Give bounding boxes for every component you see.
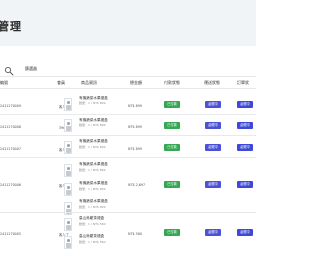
row-divider bbox=[0, 157, 256, 158]
table-header-divider bbox=[0, 88, 256, 89]
total-amount: NT$ 899 bbox=[128, 147, 142, 151]
search-icon[interactable] bbox=[4, 66, 14, 76]
order-id-cell: 2411270008 bbox=[0, 125, 21, 129]
header-product-info: 商品資訊 bbox=[81, 80, 97, 85]
page-title: 管理 bbox=[0, 20, 22, 33]
product-quantity: 數量：1 / NT$ 580 bbox=[79, 240, 106, 244]
total-amount: NT$ 580 bbox=[128, 232, 142, 236]
product-quantity: 數量：1 / NT$ 899 bbox=[79, 168, 106, 172]
payment-status-badge: 已付款 bbox=[164, 122, 180, 129]
filter-label[interactable]: 篩選器 bbox=[25, 66, 37, 72]
shipping-status-badge: 處理中 bbox=[205, 181, 221, 188]
product-thumbnail-icon bbox=[64, 236, 72, 249]
product-name: 高山烏龍茶禮盒 bbox=[79, 234, 105, 238]
order-id-cell: 2411270009 bbox=[0, 104, 21, 108]
product-quantity: 數量：1 / NT$ 899 bbox=[79, 101, 106, 105]
header-order-id: 編號 bbox=[0, 80, 8, 85]
shipping-status-badge: 處理中 bbox=[205, 122, 221, 129]
order-status-badge: 處理中 bbox=[237, 144, 253, 151]
filter-toolbar bbox=[0, 46, 256, 76]
order-id-cell: 2411270006 bbox=[0, 183, 21, 187]
product-thumbnail-icon bbox=[64, 202, 72, 215]
product-name: 有機蔬菜水果禮盒 bbox=[79, 181, 108, 185]
row-divider bbox=[0, 114, 256, 115]
header-order-status: 訂單狀 bbox=[237, 80, 249, 85]
order-id-cell: 2411270005 bbox=[0, 232, 21, 236]
total-amount: NT$ 2,697 bbox=[128, 183, 146, 187]
row-divider bbox=[0, 212, 256, 213]
product-quantity: 數量：1 / NT$ 899 bbox=[79, 205, 106, 209]
payment-status-badge: 已付款 bbox=[164, 181, 180, 188]
order-id-cell: 2411270007 bbox=[0, 147, 21, 151]
order-status-badge: 處理中 bbox=[237, 229, 253, 236]
header-payment-status: 付款狀態 bbox=[164, 80, 180, 85]
order-status-badge: 處理中 bbox=[237, 122, 253, 129]
payment-status-badge: 已付款 bbox=[164, 229, 180, 236]
product-quantity: 數量：1 / NT$ 899 bbox=[79, 145, 106, 149]
shipping-status-badge: 處理中 bbox=[205, 101, 221, 108]
product-quantity: 數量：1 / NT$ 899 bbox=[79, 187, 106, 191]
total-amount: NT$ 899 bbox=[128, 104, 142, 108]
order-status-badge: 處理中 bbox=[237, 101, 253, 108]
header-total: 總金額 bbox=[130, 80, 142, 85]
product-thumbnail-icon bbox=[64, 218, 72, 231]
table-top-divider bbox=[0, 76, 256, 77]
product-thumbnail-icon bbox=[64, 119, 72, 132]
page-header bbox=[0, 0, 256, 47]
product-thumbnail-icon bbox=[64, 183, 72, 196]
row-divider bbox=[0, 135, 256, 136]
product-name: 有機蔬菜水果禮盒 bbox=[79, 162, 108, 166]
product-name: 高山烏龍茶禮盒 bbox=[79, 216, 105, 220]
product-thumbnail-icon bbox=[64, 98, 72, 111]
payment-status-badge: 已付款 bbox=[164, 101, 180, 108]
product-name: 有機蔬菜水果禮盒 bbox=[79, 199, 108, 203]
product-quantity: 數量：1 / NT$ 580 bbox=[79, 222, 106, 226]
payment-status-badge: 已付款 bbox=[164, 144, 180, 151]
product-name: 有機蔬菜水果禮盒 bbox=[79, 139, 108, 143]
shipping-status-badge: 處理中 bbox=[205, 229, 221, 236]
shipping-status-badge: 處理中 bbox=[205, 144, 221, 151]
header-shipping-status: 運送狀態 bbox=[204, 80, 220, 85]
header-customer: 會員 bbox=[57, 80, 65, 85]
product-quantity: 數量：1 / NT$ 899 bbox=[79, 123, 106, 127]
product-thumbnail-icon bbox=[64, 141, 72, 154]
total-amount: NT$ 899 bbox=[128, 125, 142, 129]
order-status-badge: 處理中 bbox=[237, 181, 253, 188]
product-thumbnail-icon bbox=[64, 164, 72, 177]
